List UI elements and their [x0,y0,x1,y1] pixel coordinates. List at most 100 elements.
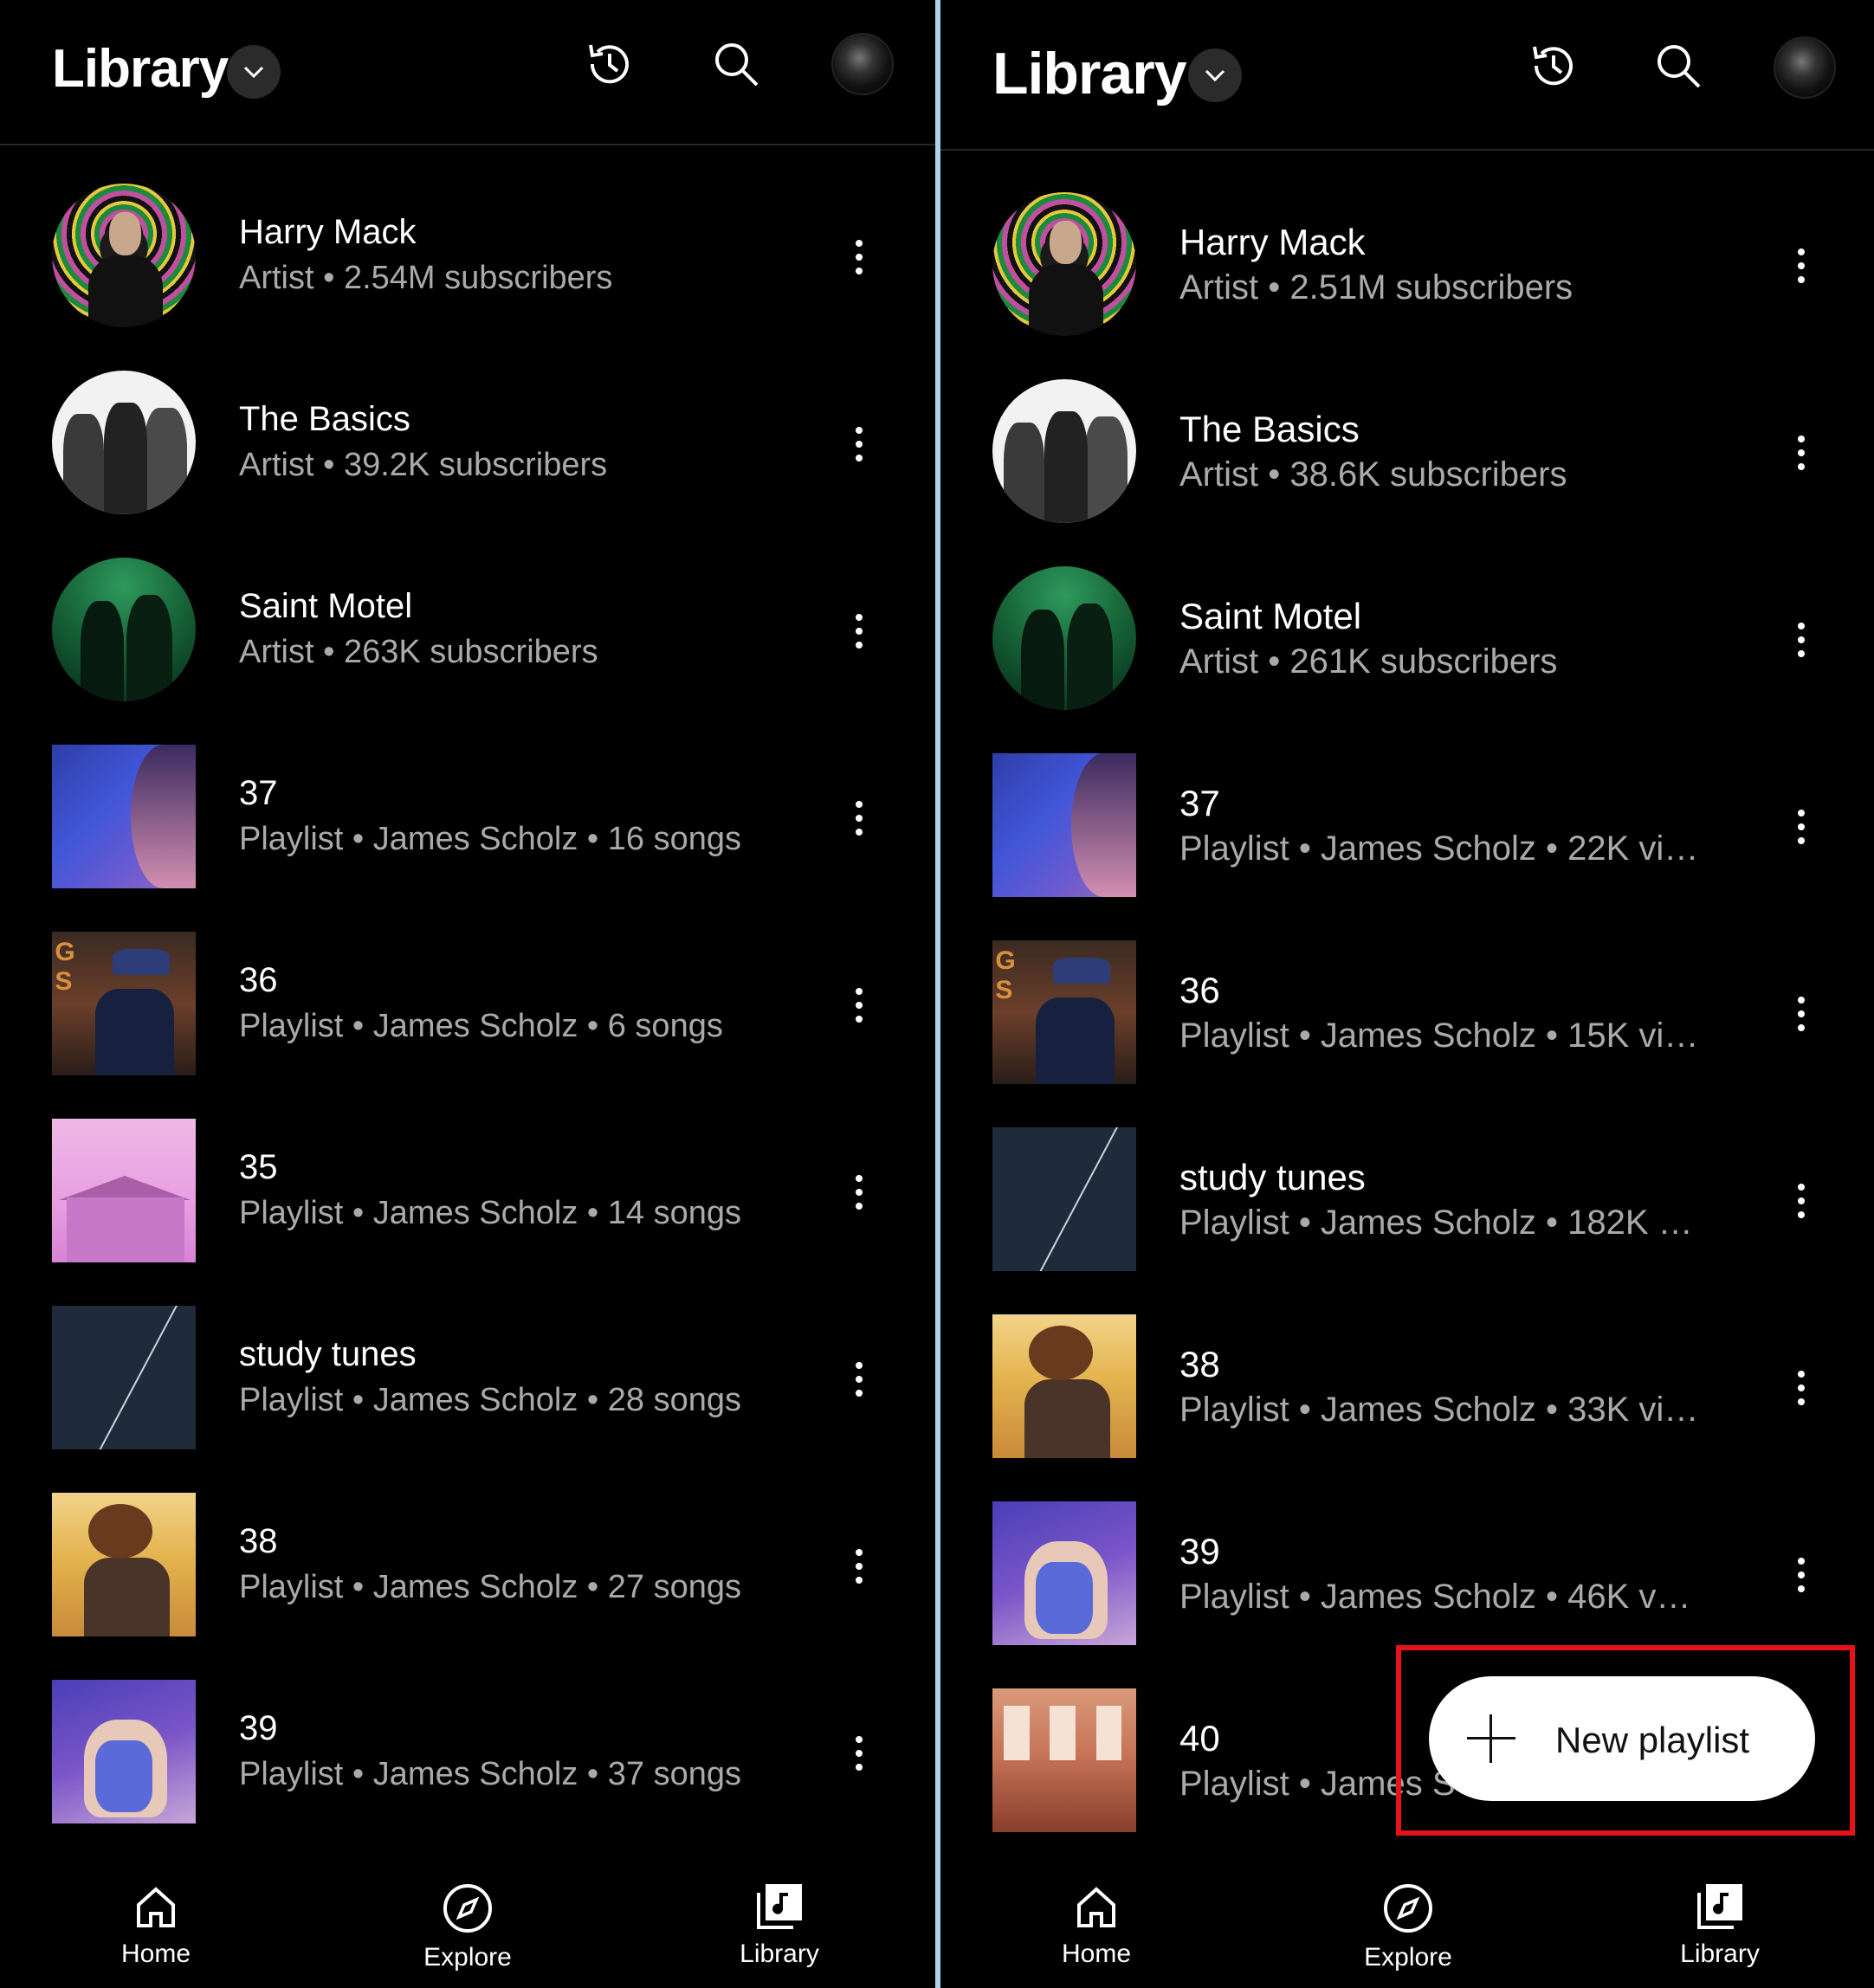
search-button[interactable] [701,29,771,99]
list-item[interactable]: Saint Motel Artist • 261K subscribers [940,530,1874,717]
item-subtitle: Artist • 261K subscribers [1179,642,1558,681]
highlight-box [1396,1645,1855,1836]
artist-thumbnail [992,379,1136,523]
item-subtitle: Playlist • James Scholz • 22K vi… [1179,829,1699,868]
list-item[interactable]: Saint Motel Artist • 263K subscribers [0,521,935,708]
more-options-button[interactable] [842,1723,876,1784]
top-app-bar: Library [0,0,935,145]
more-options-button[interactable] [1784,1545,1819,1605]
nav-home-label: Home [120,1940,191,1968]
page-title: Library [992,41,1187,106]
item-subtitle: Artist • 2.51M subscribers [1179,268,1574,307]
more-options-button[interactable] [1784,610,1819,670]
list-item[interactable]: The Basics Artist • 39.2K subscribers [0,334,935,521]
item-subtitle: Playlist • James Scholz • 27 songs [239,1569,741,1605]
chevron-down-icon [1205,69,1225,82]
list-item[interactable]: 37 Playlist • James Scholz • 16 songs [0,708,935,895]
item-subtitle: Playlist • James Scholz • 6 songs [239,1008,723,1044]
list-item[interactable]: Harry Mack Artist • 2.54M subscribers [0,147,935,334]
item-title: 36 [1179,970,1220,1010]
item-subtitle: Playlist • James Scholz • 33K vi… [1179,1391,1699,1429]
list-item[interactable]: study tunes Playlist • James Scholz • 28… [0,1269,935,1456]
item-subtitle: Playlist • James Scholz • 28 songs [239,1382,741,1418]
item-title: study tunes [1179,1157,1366,1197]
more-options-button[interactable] [842,601,876,662]
playlist-thumbnail [52,1119,196,1262]
more-options-button[interactable] [842,1162,876,1223]
bottom-navigation: Home Explore Library [940,1862,1874,1988]
more-options-button[interactable] [842,1536,876,1597]
item-title: 37 [239,774,278,812]
nav-home-label: Home [1061,1940,1132,1968]
more-options-button[interactable] [1784,236,1819,296]
history-icon [1533,46,1573,86]
item-subtitle: Artist • 2.54M subscribers [239,260,613,296]
more-options-button[interactable] [842,227,876,287]
library-music-icon [1697,1884,1742,1929]
item-subtitle: Artist • 38.6K subscribers [1179,455,1567,494]
account-avatar[interactable] [831,33,894,95]
item-title: 37 [1179,783,1220,823]
playlist-thumbnail [52,1306,196,1449]
more-options-button[interactable] [842,1349,876,1410]
nav-library[interactable]: Library [1633,1882,1806,1969]
nav-library[interactable]: Library [693,1882,866,1969]
left-screen: Library Harry Mack Artist • 2.54M subscr… [0,0,935,1988]
item-title: 40 [1179,1718,1220,1759]
item-title: 35 [239,1148,278,1186]
item-title: Harry Mack [239,213,417,251]
more-options-button[interactable] [842,788,876,849]
list-item[interactable]: GS 36 Playlist • James Scholz • 15K vi… [940,904,1874,1091]
artist-thumbnail [52,558,196,701]
more-options-button[interactable] [842,414,876,474]
playlist-thumbnail [992,1688,1136,1832]
explore-icon [443,1884,492,1933]
more-options-button[interactable] [1784,423,1819,483]
playlist-thumbnail [52,1493,196,1636]
playlist-thumbnail: GS [52,932,196,1075]
item-subtitle: Playlist • James Scholz • 14 songs [239,1195,741,1231]
home-icon [137,1887,175,1927]
page-title: Library [52,39,229,99]
history-icon [589,44,629,84]
explore-icon [1384,1884,1432,1933]
search-button[interactable] [1644,31,1713,100]
nav-explore[interactable]: Explore [1321,1882,1495,1972]
nav-explore[interactable]: Explore [381,1882,554,1972]
history-button[interactable] [1519,31,1588,100]
history-button[interactable] [575,29,644,99]
top-app-bar: Library [940,0,1874,151]
nav-explore-label: Explore [1364,1943,1452,1972]
nav-explore-label: Explore [423,1943,512,1972]
artist-thumbnail [52,184,196,327]
list-item[interactable]: 38 Playlist • James Scholz • 33K vi… [940,1278,1874,1465]
library-filter-dropdown[interactable] [227,45,281,99]
playlist-thumbnail [52,1680,196,1823]
item-title: Harry Mack [1179,222,1366,262]
nav-home[interactable]: Home [69,1882,242,1969]
item-subtitle: Playlist • James Scholz • 37 songs [239,1756,741,1792]
playlist-thumbnail [52,745,196,888]
list-item[interactable]: study tunes Playlist • James Scholz • 18… [940,1091,1874,1278]
bottom-navigation: Home Explore Library [0,1862,935,1988]
more-options-button[interactable] [1784,1171,1819,1231]
nav-home[interactable]: Home [1010,1882,1183,1969]
list-item[interactable]: 35 Playlist • James Scholz • 14 songs [0,1082,935,1269]
artist-thumbnail [992,192,1136,336]
list-item[interactable]: Harry Mack Artist • 2.51M subscribers [940,156,1874,343]
home-icon [1077,1887,1115,1927]
item-title: The Basics [239,400,410,438]
more-options-button[interactable] [1784,1358,1819,1418]
list-item[interactable]: 39 Playlist • James Scholz • 37 songs [0,1643,935,1830]
more-options-button[interactable] [842,975,876,1036]
list-item[interactable]: The Basics Artist • 38.6K subscribers [940,343,1874,530]
account-avatar[interactable] [1774,36,1836,99]
library-music-icon [757,1884,802,1929]
list-item[interactable]: 37 Playlist • James Scholz • 22K vi… [940,717,1874,904]
list-item[interactable]: 38 Playlist • James Scholz • 27 songs [0,1456,935,1643]
library-filter-dropdown[interactable] [1188,48,1242,102]
more-options-button[interactable] [1784,797,1819,857]
list-item[interactable]: 39 Playlist • James Scholz • 46K v… [940,1465,1874,1652]
more-options-button[interactable] [1784,984,1819,1044]
list-item[interactable]: GS 36 Playlist • James Scholz • 6 songs [0,895,935,1082]
